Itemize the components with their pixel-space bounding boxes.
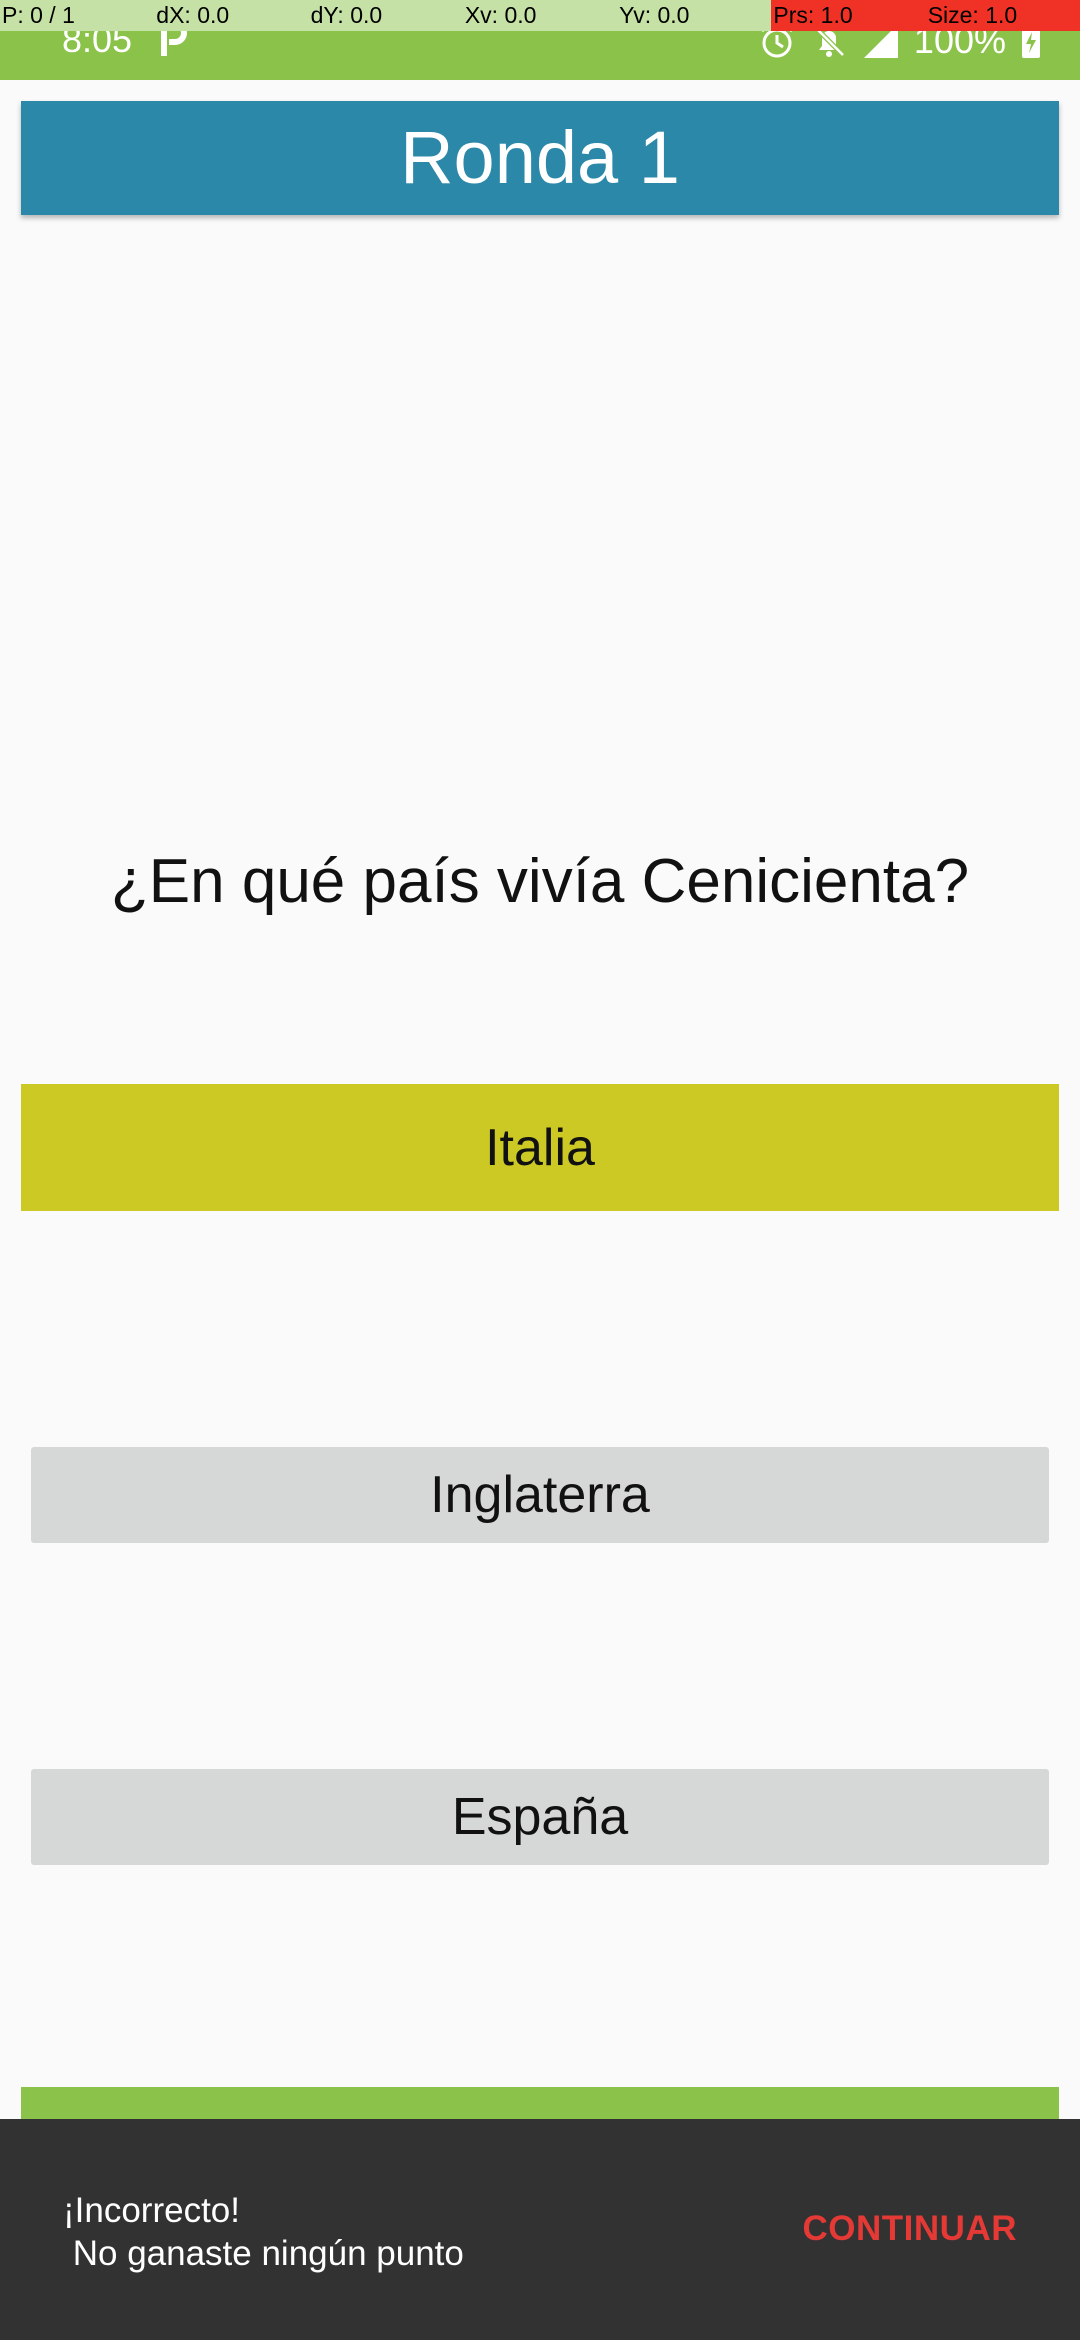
- debug-dx: dX: 0.0: [154, 0, 309, 31]
- answer-label: Italia: [485, 1118, 595, 1177]
- debug-xv: Xv: 0.0: [462, 0, 618, 31]
- debug-yv: Yv: 0.0: [617, 0, 772, 31]
- debug-size: Size: 1.0: [925, 0, 1080, 31]
- debug-pressure: Prs: 1.0: [771, 0, 926, 31]
- round-title: Ronda 1: [400, 116, 680, 199]
- question-text: ¿En qué país vivía Cenicienta?: [110, 847, 970, 916]
- debug-pointer: P: 0 / 1: [0, 0, 155, 31]
- continue-button[interactable]: CONTINUAR: [803, 2204, 1017, 2254]
- answer-option-2[interactable]: Inglaterra: [31, 1447, 1049, 1543]
- debug-dy: dY: 0.0: [308, 0, 463, 31]
- answer-label: Inglaterra: [430, 1466, 650, 1524]
- snackbar-result-title: ¡Incorrecto!: [63, 2191, 240, 2230]
- answer-label: España: [451, 1788, 629, 1846]
- snackbar-result-message: No ganaste ningún punto: [63, 2234, 464, 2273]
- quiz-screen: 8:05 100% P: 0 / 1 dX: 0.0 dY: 0.0 Xv: 0…: [0, 0, 1080, 2340]
- answer-option-1[interactable]: Italia: [21, 1084, 1059, 1211]
- pointer-location-overlay: P: 0 / 1 dX: 0.0 dY: 0.0 Xv: 0.0 Yv: 0.0…: [0, 0, 1080, 31]
- answer-option-3[interactable]: España: [31, 1769, 1049, 1865]
- round-header: Ronda 1: [21, 101, 1059, 215]
